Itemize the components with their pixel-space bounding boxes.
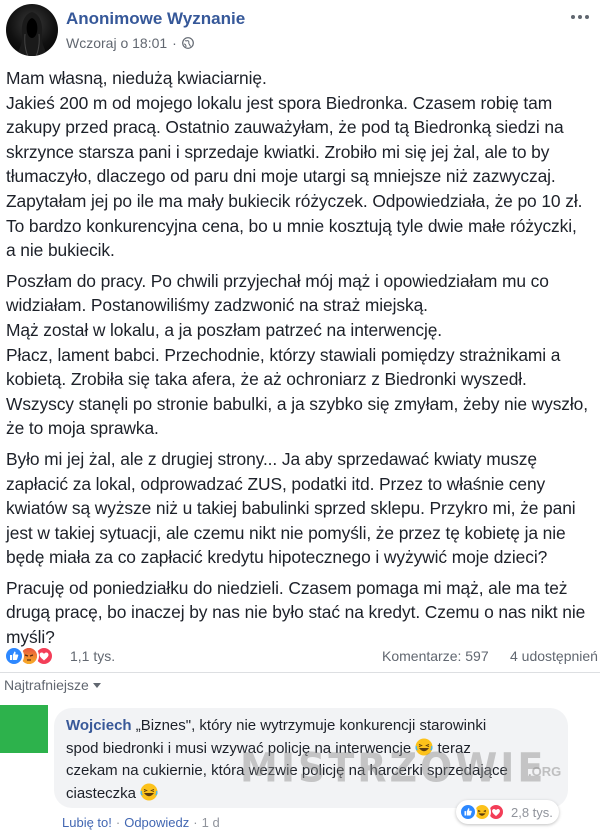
divider [0,672,600,673]
comment-text: spod biedronki i musi wzywać policję na … [66,739,412,757]
meta-separator: · [172,35,177,51]
text-line: Płacz, lament babci. Przechodnie, którzy… [6,344,561,365]
hooded-figure-icon [16,12,48,56]
text-line: Wszyscy stanęli po stronie babulki, a ja… [6,393,588,414]
text-line: widziałam. Postanowiliśmy zadzwonić na s… [6,295,428,316]
text-line: jest w takiej sytuacji, ale czemu nikt n… [6,522,566,543]
comment-avatar[interactable] [0,705,48,753]
comment-author-link[interactable]: Wojciech [66,717,132,734]
comment-actions: Lubię to! · Odpowiedz · 1 d [62,815,220,830]
post-author-link[interactable]: Anonimowe Wyznanie [66,9,245,29]
reply-link[interactable]: Odpowiedz [124,815,189,830]
reaction-icons[interactable] [4,646,54,666]
comment-text: ciasteczka [66,784,137,802]
like-comment-link[interactable]: Lubię to! [62,815,112,830]
comment-reaction-count: 2,8 tys. [511,804,553,820]
separator-dot: · [115,815,121,830]
post-text: Mam własną, niedużą kwiaciarnię. Jakieś … [6,66,598,656]
comment-line: czekam na cukiernie, która wezwie policj… [66,762,508,779]
laughing-emoji-icon [140,783,158,800]
comment-text: teraz [437,739,471,757]
post-paragraph: Pracuję od poniedziałku do niedzieli. Cz… [6,576,598,650]
text-line: Było mi jej żal, ale z drugiej strony...… [6,448,537,469]
shares-count-link[interactable]: 4 udostępnień [510,648,598,664]
laughing-emoji-icon [415,738,433,755]
text-line: zakupy przed pracą. Ostatnio zauważyłam,… [6,117,564,138]
text-line: Jakieś 200 m od mojego lokalu jest spora… [6,92,553,113]
sort-label-text: Najtrafniejsze [4,677,89,693]
text-line: skrzynce starsza pani i sprzedaje kwiatk… [6,141,550,162]
comment-reactions[interactable]: 2,8 tys. [456,800,559,824]
post-paragraph: Było mi jej żal, ale z drugiej strony...… [6,447,598,570]
globe-icon[interactable] [181,37,194,49]
comment-sort-dropdown[interactable]: Najtrafniejsze [4,677,101,693]
text-line: Pracuję od poniedziałku do niedzieli. Cz… [6,577,568,598]
comment-text: „Biznes", który nie wytrzymuje konkurenc… [135,717,487,734]
caret-down-icon [92,682,101,688]
comment-bubble: Wojciech „Biznes", który nie wytrzymuje … [54,708,568,808]
post-meta: Wczoraj o 18:01 · [66,35,194,51]
text-line: będę miała za co zapłacić kredytu hipote… [6,547,548,568]
post-paragraph: Poszłam do pracy. Po chwili przyjechał m… [6,269,598,441]
text-line: tłumaczyło, dlaczego od paru dni moje ut… [6,166,556,187]
post-timestamp[interactable]: Wczoraj o 18:01 [66,35,167,51]
text-line: kobietą. Zrobiła się taka afera, że aż o… [6,369,527,390]
like-reaction-icon [459,803,477,821]
text-line: Zapytałam jej po ile ma mały bukiecik ró… [6,190,583,211]
text-line: zapłacić za lokal, odprowadzać ZUS, poda… [6,473,546,494]
text-line: Mam własną, niedużą kwiaciarnię. [6,68,267,88]
post-paragraph: Mam własną, niedużą kwiaciarnię. Jakieś … [6,66,598,263]
text-line: Poszłam do pracy. Po chwili przyjechał m… [6,270,549,291]
text-line: drugą pracę, bo inaczej by nas nie było … [6,602,586,623]
comment-line: Wojciech „Biznes", który nie wytrzymuje … [66,715,556,738]
text-line: To bardzo konkurencyjna cena, bo u mnie … [6,215,577,236]
text-line: że to moja sprawka. [6,418,159,439]
text-line: kwiatów są wyższe niż u takiej babulinki… [6,498,576,519]
reaction-count[interactable]: 1,1 tys. [70,648,115,664]
comment-line: spod biedronki i musi wzywać policję na … [66,738,556,761]
separator-dot: · [193,815,198,830]
text-line: Mąż został w lokalu, a ja poszłam patrze… [6,319,443,340]
text-line: a nie bukiecik. [6,240,115,261]
post-header: Anonimowe Wyznanie Wczoraj o 18:01 · [6,4,600,58]
comments-count-link[interactable]: Komentarze: 597 [382,648,489,664]
post-stats: 1,1 tys. Komentarze: 597 4 udostępnień [4,645,600,669]
like-reaction-icon [4,646,24,666]
more-options-icon[interactable] [570,12,590,22]
page-avatar[interactable] [6,4,58,56]
comment-timestamp[interactable]: 1 d [202,815,220,830]
